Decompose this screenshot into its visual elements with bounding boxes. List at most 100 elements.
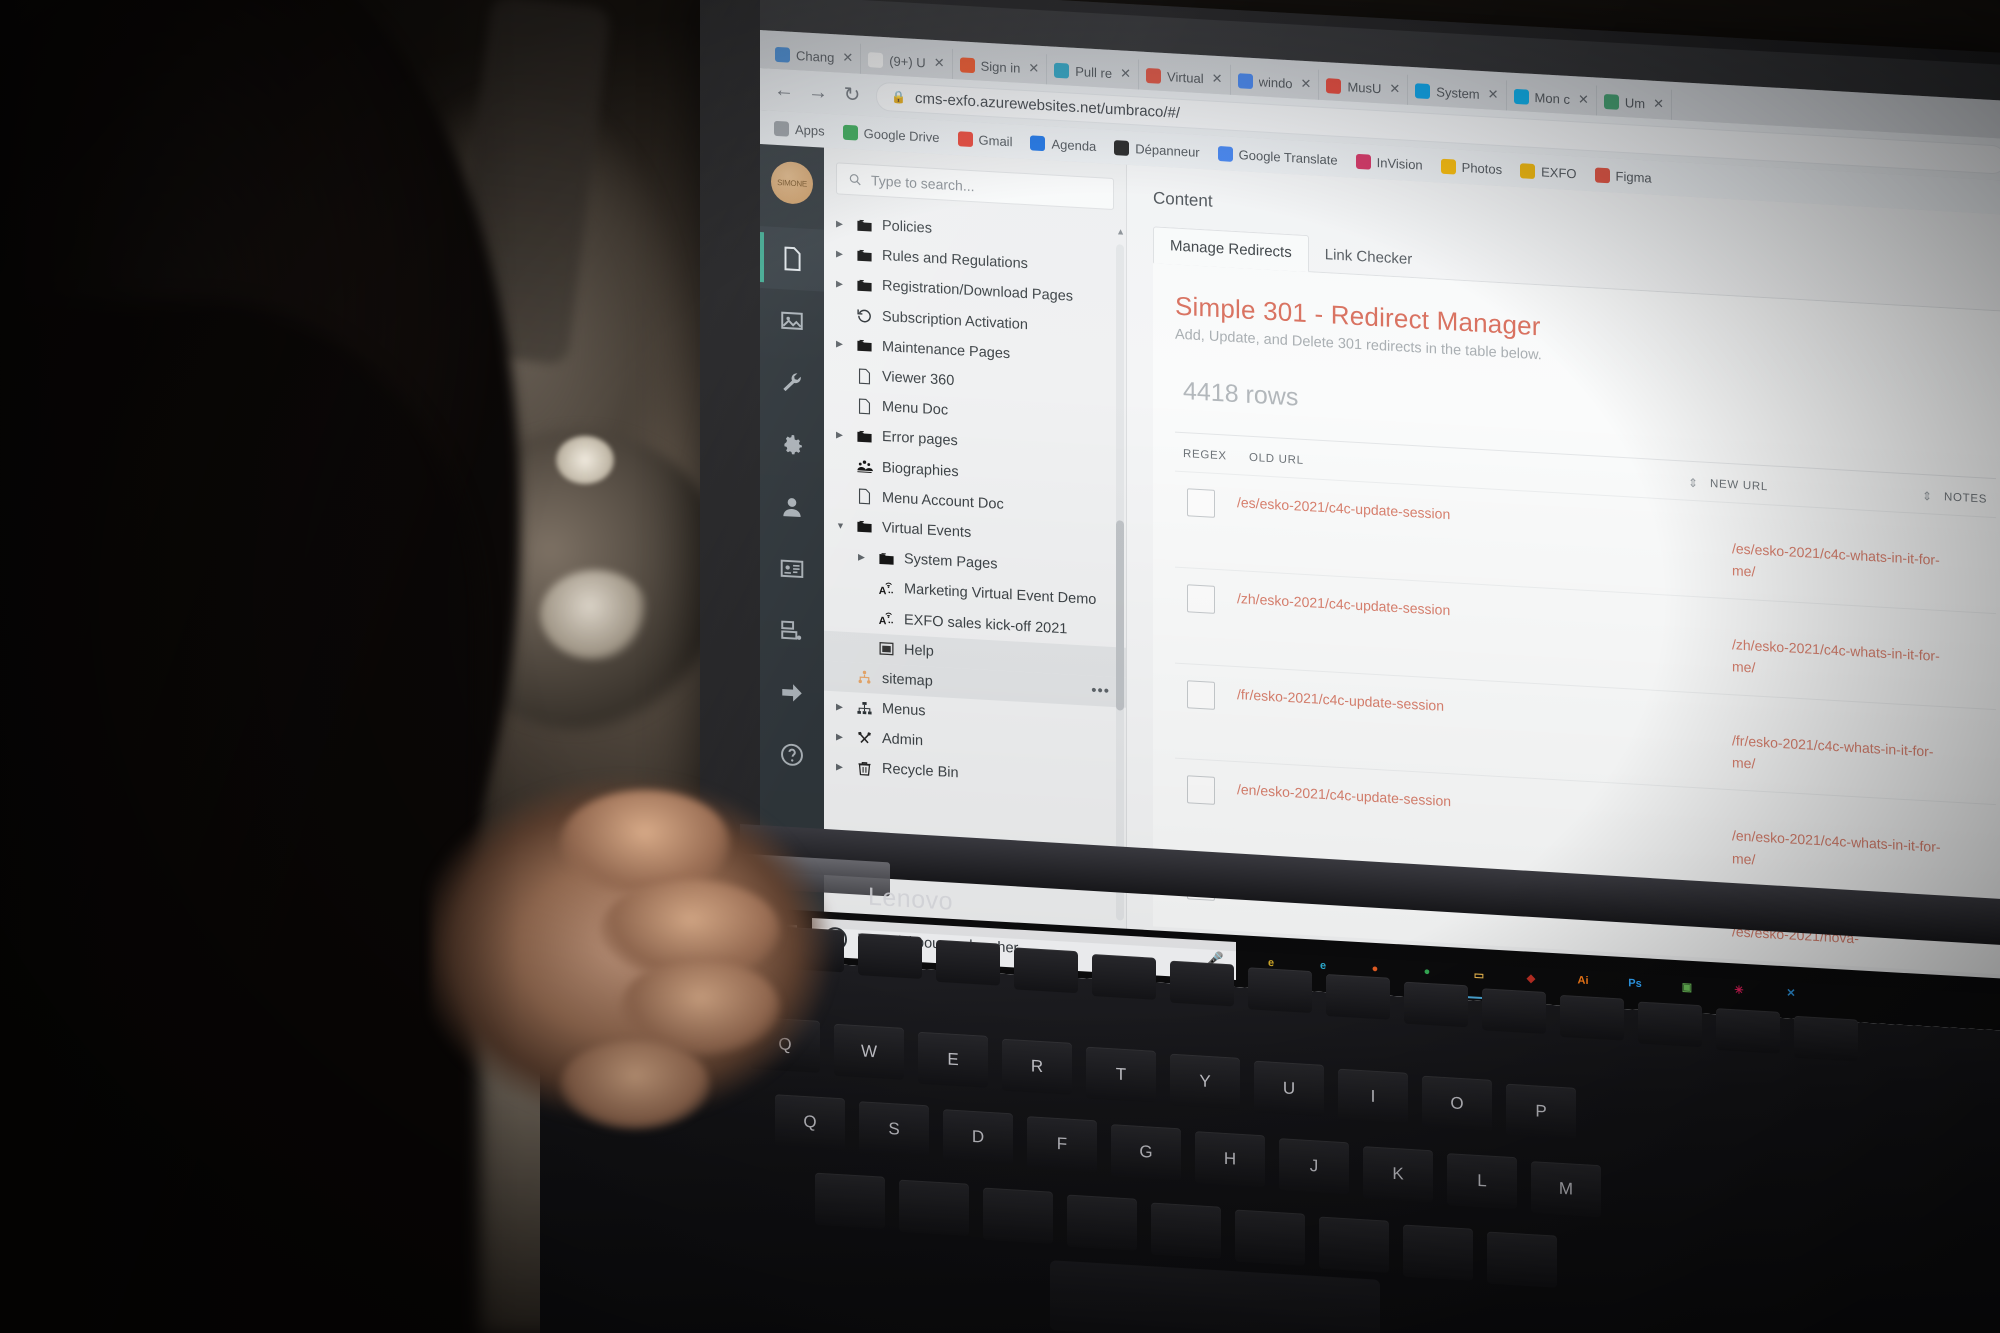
- back-button[interactable]: ←: [774, 78, 794, 102]
- microsoft-icon: [1415, 82, 1431, 99]
- tree-item-label: Admin: [882, 731, 924, 750]
- chevron-right-icon[interactable]: [858, 617, 869, 618]
- bookmark-item[interactable]: Photos: [1440, 158, 1502, 177]
- tree-item-label: Menu Doc: [882, 399, 949, 419]
- chevron-right-icon[interactable]: [858, 647, 869, 648]
- key-u: U: [1254, 1061, 1324, 1118]
- sort-updown-icon-2[interactable]: ⇕: [1922, 489, 1944, 504]
- forward-button[interactable]: →: [808, 80, 828, 104]
- bookmark-item[interactable]: Figma: [1594, 166, 1652, 185]
- browser-tab[interactable]: MusU ✕: [1319, 69, 1409, 105]
- sort-updown-icon[interactable]: ⇕: [1688, 476, 1710, 491]
- chevron-right-icon[interactable]: [836, 676, 847, 677]
- chevron-right-icon[interactable]: ▶: [836, 218, 847, 230]
- tree-scroll-up[interactable]: ▲: [1116, 226, 1125, 237]
- close-icon[interactable]: ✕: [1301, 76, 1312, 93]
- tree-item-label: Help: [904, 641, 934, 660]
- browser-tab[interactable]: Mon c ✕: [1506, 80, 1597, 116]
- browser-tab[interactable]: (9+) U ✕: [861, 43, 953, 79]
- chevron-right-icon[interactable]: ▶: [858, 551, 869, 563]
- search-input[interactable]: Type to search...: [836, 162, 1114, 211]
- key-label: P: [1535, 1100, 1547, 1121]
- finger-4: [560, 1040, 710, 1130]
- browser-tab[interactable]: windo ✕: [1230, 64, 1320, 100]
- sidebar-item-members[interactable]: [760, 536, 824, 602]
- key-label: T: [1115, 1064, 1127, 1084]
- close-icon[interactable]: ✕: [1389, 81, 1400, 98]
- bookmark-item[interactable]: Google Translate: [1217, 145, 1338, 167]
- sidebar-item-users[interactable]: [760, 474, 824, 540]
- sidebar-item-settings[interactable]: [760, 350, 824, 416]
- regex-checkbox[interactable]: [1187, 488, 1215, 518]
- close-icon[interactable]: ✕: [1578, 91, 1589, 108]
- regex-checkbox[interactable]: [1187, 584, 1215, 614]
- cell-old-url: /fr/esko-2021/c4c-update-session: [1237, 685, 1444, 714]
- ellipsis-icon[interactable]: •••: [1091, 682, 1110, 700]
- close-icon[interactable]: ✕: [842, 50, 853, 67]
- bookmark-item[interactable]: EXFO: [1520, 162, 1577, 181]
- tree-item-label: Menus: [882, 701, 926, 720]
- column-header-notes[interactable]: NOTES: [1944, 491, 1996, 506]
- browser-tab[interactable]: Chang ✕: [768, 38, 862, 74]
- bookmark-item[interactable]: Dépanneur: [1114, 139, 1200, 159]
- chevron-right-icon[interactable]: ▶: [836, 278, 847, 290]
- browser-tab[interactable]: Um ✕: [1596, 85, 1672, 120]
- regex-checkbox[interactable]: [1187, 775, 1215, 806]
- bookmark-item[interactable]: Gmail: [957, 130, 1012, 149]
- column-header-new-url[interactable]: NEW URL: [1710, 478, 1922, 502]
- regex-checkbox[interactable]: [1187, 679, 1215, 710]
- close-icon[interactable]: ✕: [1212, 71, 1223, 88]
- image-icon: [781, 311, 803, 330]
- close-icon[interactable]: ✕: [1120, 65, 1131, 82]
- key-bottom-4: [1151, 1202, 1221, 1259]
- cell-new-url: /zh/esko-2021/c4c-whats-in-it-for-me/: [1732, 635, 1940, 676]
- sidebar-item-developer[interactable]: [760, 412, 824, 478]
- close-icon[interactable]: ✕: [1028, 60, 1039, 77]
- chevron-right-icon[interactable]: [836, 495, 847, 496]
- browser-tab-title: Mon c: [1534, 89, 1570, 107]
- close-icon[interactable]: ✕: [934, 55, 945, 72]
- folder-icon: [855, 517, 874, 537]
- chevron-right-icon[interactable]: [858, 587, 869, 588]
- chevron-right-icon[interactable]: [836, 374, 847, 375]
- chevron-down-icon[interactable]: ▼: [836, 520, 847, 531]
- bookmark-item[interactable]: Agenda: [1030, 134, 1096, 154]
- sidebar-item-content[interactable]: [760, 226, 824, 292]
- browser-tab-title: Chang: [796, 47, 835, 65]
- chevron-right-icon[interactable]: ▶: [836, 248, 847, 260]
- bookmark-item[interactable]: InVision: [1355, 153, 1423, 172]
- bookmark-item[interactable]: Apps: [774, 120, 825, 138]
- browser-tab[interactable]: System ✕: [1408, 74, 1507, 111]
- tree-scrollbar-thumb[interactable]: [1116, 520, 1124, 711]
- browser-tab-title: System: [1436, 83, 1480, 102]
- chevron-right-icon[interactable]: ▶: [836, 731, 847, 743]
- tree-item-label: System Pages: [904, 551, 998, 573]
- wrench-icon: [783, 373, 801, 392]
- avatar[interactable]: SIMONE: [771, 160, 813, 206]
- browser-tab[interactable]: Pull re ✕: [1047, 54, 1140, 90]
- key-bottom-5: [1235, 1209, 1305, 1266]
- sidebar-item-media[interactable]: [760, 288, 824, 354]
- browser-tab[interactable]: Sign in ✕: [952, 48, 1048, 85]
- chevron-right-icon[interactable]: [836, 405, 847, 406]
- chevron-right-icon[interactable]: ▶: [836, 339, 847, 351]
- arrow-right-icon: [782, 684, 802, 702]
- chevron-right-icon[interactable]: [836, 314, 847, 315]
- invision-icon: [1355, 153, 1371, 170]
- key-label: L: [1477, 1171, 1487, 1191]
- sidebar-item-redirects[interactable]: [760, 660, 824, 726]
- column-header-regex[interactable]: REGEX: [1175, 448, 1249, 464]
- browser-tab[interactable]: Virtual ✕: [1139, 59, 1231, 95]
- close-icon[interactable]: ✕: [1653, 96, 1664, 113]
- figma-icon: [1594, 166, 1610, 183]
- reload-button[interactable]: ↻: [842, 81, 862, 107]
- tab-link-checker[interactable]: Link Checker: [1309, 236, 1429, 278]
- close-icon[interactable]: ✕: [1488, 86, 1499, 103]
- key-label: I: [1370, 1086, 1376, 1106]
- key-bottom-2: [983, 1187, 1053, 1244]
- chevron-right-icon[interactable]: ▶: [836, 429, 847, 441]
- chevron-right-icon[interactable]: [836, 465, 847, 466]
- chevron-right-icon[interactable]: ▶: [836, 701, 847, 713]
- bookmark-item[interactable]: Google Drive: [842, 124, 940, 145]
- sidebar-item-forms[interactable]: [760, 598, 824, 664]
